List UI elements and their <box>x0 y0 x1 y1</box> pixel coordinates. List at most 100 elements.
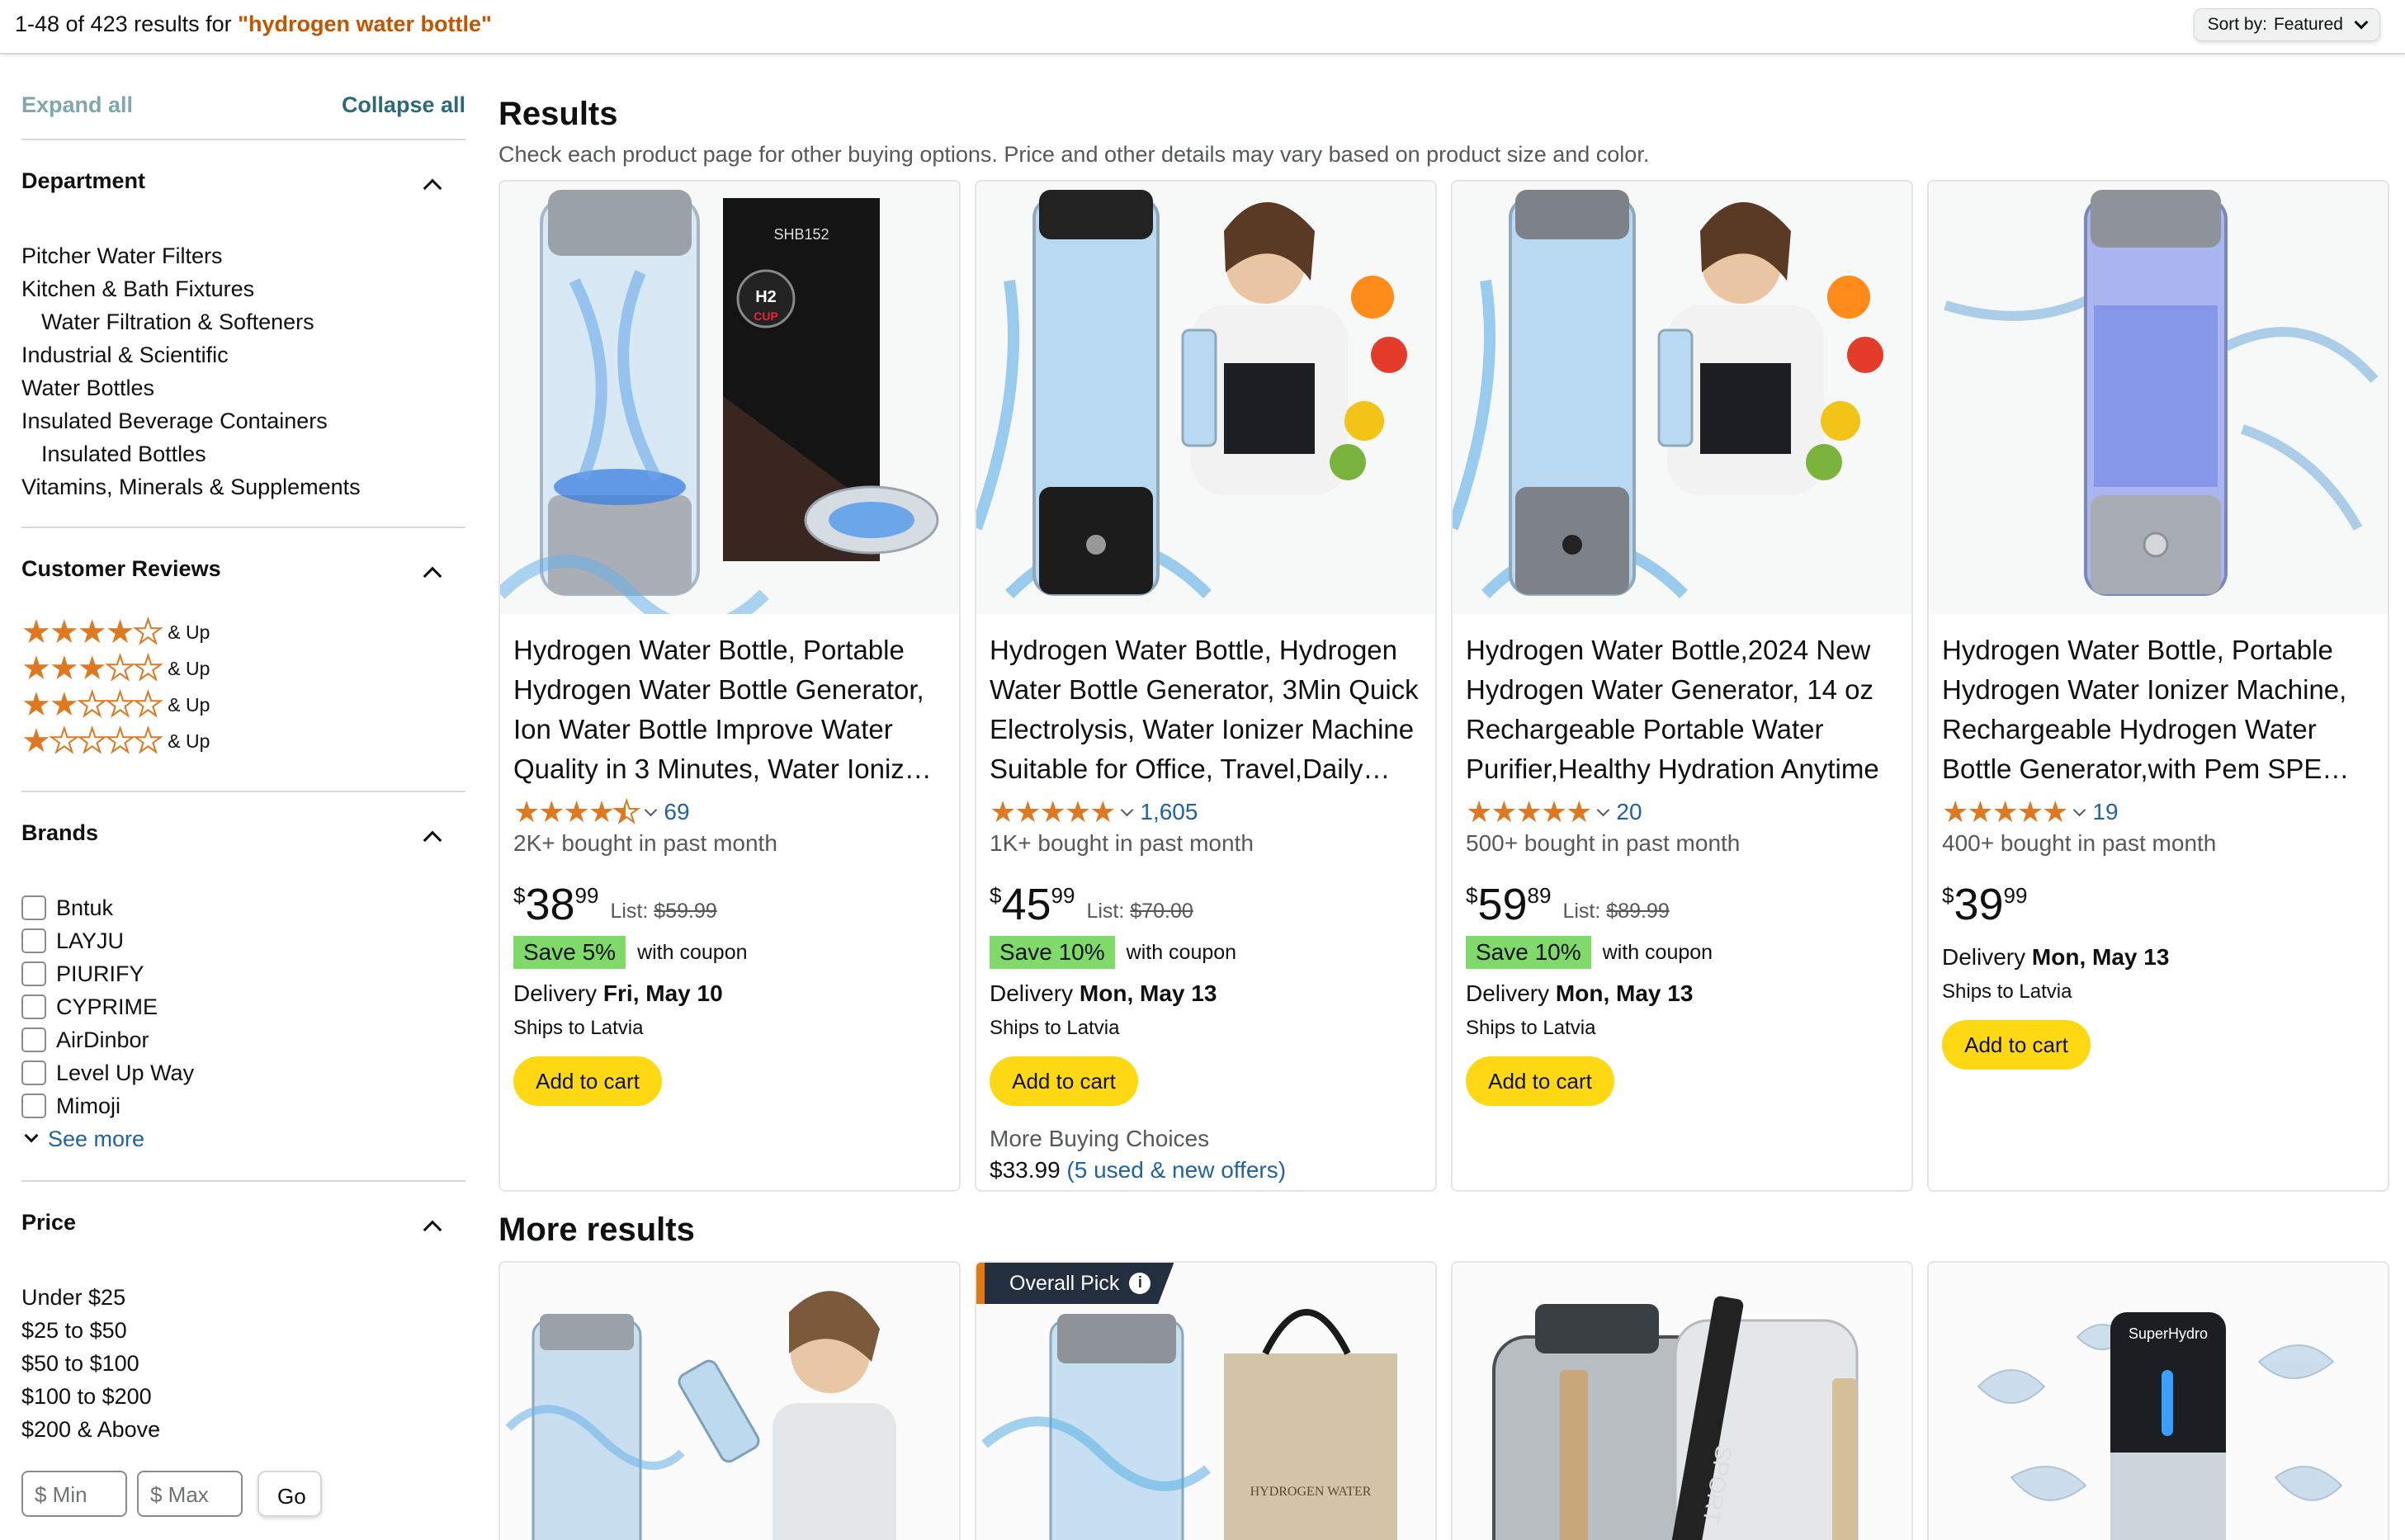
with-coupon-label: with coupon <box>637 940 748 964</box>
brand-label: AirDinbor <box>56 1027 149 1052</box>
product-price[interactable]: $59 89 List: $89.99 <box>1466 881 1898 928</box>
brand-filter-item[interactable]: CYPRIME <box>21 990 465 1023</box>
product-image[interactable]: SPORT <box>1453 1263 1911 1540</box>
price-header[interactable]: Price <box>21 1182 465 1240</box>
price-go-button[interactable]: Go <box>258 1471 322 1517</box>
review-filter-3-stars[interactable]: ★★★★★ & Up <box>21 650 465 687</box>
rating-count-link[interactable]: 20 <box>1616 799 1642 825</box>
product-rating[interactable]: ★★★★★ 1,605 <box>990 795 1422 829</box>
sort-dropdown[interactable]: Sort by: Featured <box>2193 8 2380 41</box>
department-item[interactable]: Kitchen & Bath Fixtures <box>21 272 465 305</box>
product-image[interactable]: HYDROGEN WATER <box>976 1263 1435 1540</box>
product-title-link[interactable]: Hydrogen Water Bottle, Portable Hydrogen… <box>513 631 946 789</box>
product-image[interactable] <box>1929 182 2388 614</box>
brand-filter-item[interactable]: LAYJU <box>21 924 465 957</box>
expand-all-link[interactable]: Expand all <box>21 92 133 118</box>
price-range-link[interactable]: $50 to $100 <box>21 1347 465 1380</box>
price-range-link[interactable]: $25 to $50 <box>21 1314 465 1347</box>
more-result-card[interactable]: SPORT <box>1451 1261 1913 1540</box>
checkbox[interactable] <box>21 961 46 986</box>
add-to-cart-button[interactable]: Add to cart <box>513 1056 662 1106</box>
customer-reviews-header[interactable]: Customer Reviews <box>21 528 465 586</box>
product-title-link[interactable]: Hydrogen Water Bottle, Hydrogen Water Bo… <box>990 631 1422 789</box>
coupon-badge[interactable]: Save 5% <box>513 936 626 969</box>
price-whole: 39 <box>1954 880 2004 929</box>
delivery-info: Delivery Fri, May 10 <box>513 980 946 1007</box>
filter-sidebar: Expand all Collapse all Department Pitch… <box>21 54 465 1517</box>
brand-filter-item[interactable]: Mimoji <box>21 1089 465 1122</box>
more-result-card[interactable]: SuperHydro <box>1927 1261 2389 1540</box>
department-item[interactable]: Industrial & Scientific <box>21 338 465 371</box>
product-image[interactable]: SHB152 H2 CUP <box>500 182 959 614</box>
delivery-info: Delivery Mon, May 13 <box>1942 944 2374 971</box>
price-range-link[interactable]: $200 & Above <box>21 1413 465 1446</box>
box-print-text: HYDROGEN WATER <box>1250 1485 1372 1499</box>
list-price-value: $59.99 <box>654 900 717 923</box>
checkbox[interactable] <box>21 1027 46 1052</box>
product-rating[interactable]: ★★★★★ 20 <box>1466 795 1898 829</box>
product-image[interactable] <box>500 1263 959 1540</box>
star-rating-icon: ★★★★★ <box>1466 795 1592 829</box>
brand-label: Bntuk <box>56 895 114 920</box>
more-result-card[interactable]: HYDROGEN WATER Overall Pick i <box>975 1261 1437 1540</box>
add-to-cart-button[interactable]: Add to cart <box>990 1056 1138 1106</box>
brand-filter-item[interactable]: Bntuk <box>21 891 465 924</box>
department-item[interactable]: Vitamins, Minerals & Supplements <box>21 470 465 503</box>
product-title-link[interactable]: Hydrogen Water Bottle, Portable Hydrogen… <box>1942 631 2374 789</box>
used-new-offers-link[interactable]: (5 used & new offers) <box>1066 1157 1286 1183</box>
more-result-card[interactable] <box>498 1261 961 1540</box>
see-more-brands-link[interactable]: See more <box>21 1122 465 1155</box>
rating-count-link[interactable]: 1,605 <box>1140 799 1198 825</box>
review-filter-4-stars[interactable]: ★★★★★ & Up <box>21 613 465 651</box>
expand-collapse-row: Expand all Collapse all <box>21 54 465 120</box>
price-fraction: 89 <box>1527 883 1552 908</box>
ships-to-label: Ships to Latvia <box>1942 980 2072 1003</box>
product-rating[interactable]: ★★★★★ 69 <box>513 794 946 829</box>
coupon-badge[interactable]: Save 10% <box>1466 936 1591 969</box>
and-up-label: & Up <box>168 657 210 679</box>
collapse-all-link[interactable]: Collapse all <box>342 92 465 118</box>
sort-label: Sort by: <box>2207 15 2267 34</box>
product-image[interactable]: SuperHydro <box>1929 1263 2388 1540</box>
review-filter-2-stars[interactable]: ★★★★★ & Up <box>21 686 465 724</box>
product-price[interactable]: $38 99 List: $59.99 <box>513 881 946 928</box>
add-to-cart-button[interactable]: Add to cart <box>1942 1020 2091 1070</box>
checkbox[interactable] <box>21 1094 46 1118</box>
box-print-text: SHB152 <box>773 226 829 243</box>
price-range-link[interactable]: $100 to $200 <box>21 1380 465 1413</box>
product-image[interactable] <box>976 182 1435 614</box>
review-filter-1-stars[interactable]: ★★★★★ & Up <box>21 722 465 760</box>
brands-header[interactable]: Brands <box>21 792 465 850</box>
product-rating[interactable]: ★★★★★ 19 <box>1942 795 2374 829</box>
info-icon[interactable]: i <box>1129 1273 1151 1294</box>
brand-label: LAYJU <box>56 928 125 953</box>
max-price-input[interactable]: $ Max <box>137 1471 243 1517</box>
brand-filter-item[interactable]: PIURIFY <box>21 957 465 990</box>
checkbox[interactable] <box>21 994 46 1019</box>
brand-label: CYPRIME <box>56 994 158 1019</box>
rating-count-link[interactable]: 69 <box>664 799 689 825</box>
search-query: "hydrogen water bottle" <box>238 12 492 36</box>
product-image[interactable] <box>1453 182 1911 614</box>
department-header[interactable]: Department <box>21 140 465 198</box>
product-price[interactable]: $45 99 List: $70.00 <box>990 881 1422 928</box>
checkbox[interactable] <box>21 1061 46 1085</box>
rating-count-link[interactable]: 19 <box>2092 799 2118 825</box>
checkbox[interactable] <box>21 928 46 953</box>
product-price[interactable]: $39 99 <box>1942 881 2374 928</box>
price-range-link[interactable]: Under $25 <box>21 1281 465 1314</box>
brand-filter-item[interactable]: Level Up Way <box>21 1056 465 1089</box>
results-heading: Results <box>498 96 618 132</box>
min-price-input[interactable]: $ Min <box>21 1471 127 1517</box>
checkbox[interactable] <box>21 895 46 920</box>
department-item[interactable]: Insulated Beverage Containers <box>21 404 465 437</box>
coupon-badge[interactable]: Save 10% <box>990 936 1115 969</box>
department-item[interactable]: Water Bottles <box>21 371 465 404</box>
add-to-cart-button[interactable]: Add to cart <box>1466 1056 1614 1106</box>
brand-filter-item[interactable]: AirDinbor <box>21 1023 465 1056</box>
department-item[interactable]: Insulated Bottles <box>21 437 465 470</box>
product-title-link[interactable]: Hydrogen Water Bottle,2024 New Hydrogen … <box>1466 631 1898 789</box>
department-item[interactable]: Pitcher Water Filters <box>21 239 465 272</box>
product-card: Hydrogen Water Bottle, Hydrogen Water Bo… <box>975 180 1437 1192</box>
department-item[interactable]: Water Filtration & Softeners <box>21 305 465 338</box>
